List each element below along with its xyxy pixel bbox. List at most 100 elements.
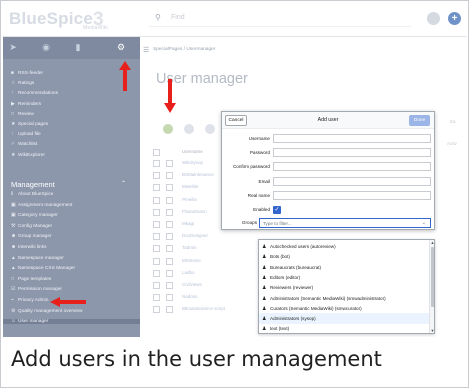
row-checkbox[interactable]: [166, 160, 173, 167]
sidebar-item[interactable]: ▲ Namespace CSS Manager: [11, 266, 75, 271]
row-expander[interactable]: [153, 294, 160, 302]
management-heading[interactable]: Management: [11, 180, 55, 189]
search-input[interactable]: Find: [171, 14, 185, 21]
row-checkbox[interactable]: [166, 172, 173, 180]
row-expander[interactable]: [153, 233, 160, 241]
sidebar-item[interactable]: □ Review: [11, 112, 34, 117]
username-link[interactable]: Ladbo: [182, 270, 195, 275]
enabled-label: Enabled: [253, 207, 270, 212]
username-link[interactable]: Tadmin: [182, 245, 197, 250]
sidebar-item[interactable]: ↑ Upload file: [11, 132, 41, 137]
username-link[interactable]: Mkagi: [182, 221, 194, 226]
edit-user-button[interactable]: [184, 124, 194, 134]
row-expander[interactable]: [153, 221, 160, 228]
paper-plane-icon[interactable]: ➤: [7, 42, 19, 54]
sidebar-item[interactable]: ▶ Reminders: [11, 102, 41, 107]
notifications-button[interactable]: [427, 12, 440, 25]
delete-user-button[interactable]: [205, 124, 215, 134]
row-checkbox[interactable]: [166, 257, 173, 265]
sidebar-item[interactable]: ⚙ Quality management overview: [11, 309, 83, 314]
document-icon[interactable]: ▮: [72, 42, 84, 54]
row-expander[interactable]: [153, 172, 160, 180]
row-expander[interactable]: [153, 245, 160, 253]
text-field[interactable]: [273, 190, 431, 200]
chevron-down-icon[interactable]: ⌄: [422, 220, 426, 226]
sidebar-item[interactable]: ℹ About BlueSpice: [11, 192, 53, 197]
username-link[interactable]: Mweible: [182, 184, 199, 189]
sidebar-item-label: Review: [18, 111, 34, 117]
dropdown-scrollbar[interactable]: ▲ ▼: [429, 240, 434, 333]
column-header-username[interactable]: Username: [182, 149, 203, 154]
text-field[interactable]: [273, 176, 431, 186]
scroll-up-icon[interactable]: ▲: [430, 240, 435, 245]
option-label: Reviewers (reviewer): [270, 285, 314, 291]
username-link[interactable]: MSimmie: [182, 258, 201, 263]
sidebar-item[interactable]: ☑ Permission manager: [11, 287, 62, 292]
row-checkbox[interactable]: [166, 282, 173, 289]
sidebar-item[interactable]: ✓ Watchlist: [11, 142, 37, 147]
sidebar-item[interactable]: ↑ Recommendations: [11, 91, 58, 96]
row-checkbox[interactable]: [166, 184, 173, 192]
globe-icon[interactable]: ◉: [40, 42, 52, 54]
breadcrumb[interactable]: SpecialPages / Usermanager: [153, 47, 215, 52]
gear-icon[interactable]: ⚙: [115, 42, 127, 54]
logo-subtitle: MediaWiki: [83, 25, 108, 31]
done-button[interactable]: Done: [409, 115, 430, 126]
dropdown-option[interactable]: ♟ text (text): [259, 323, 429, 334]
row-checkbox[interactable]: [166, 294, 173, 302]
username-link[interactable]: BSMaintenance: [182, 172, 214, 177]
row-expander[interactable]: [153, 196, 160, 204]
row-checkbox[interactable]: [166, 306, 173, 314]
text-field[interactable]: [273, 148, 431, 158]
field-label: Confirm password: [232, 164, 270, 170]
username-link[interactable]: Pmeilla: [182, 197, 197, 202]
row-checkbox[interactable]: [166, 208, 173, 216]
scroll-down-icon[interactable]: ▼: [430, 328, 435, 333]
sidebar-item[interactable]: ☻ Interwiki links: [11, 245, 47, 250]
username-link[interactable]: Civilviews: [182, 282, 202, 287]
text-field[interactable]: [273, 134, 431, 143]
create-button[interactable]: +: [448, 12, 461, 25]
sidebar-item[interactable]: ☻ Group manager: [11, 234, 52, 239]
menu-icon[interactable]: ☰: [143, 46, 149, 54]
search-box[interactable]: ⚲ Find: [149, 11, 411, 27]
text-field[interactable]: [273, 162, 431, 172]
row-expander[interactable]: [153, 160, 160, 167]
row-expander[interactable]: [153, 184, 160, 192]
sidebar-item[interactable]: ⌁ Privacy Admin: [11, 298, 48, 303]
username-link[interactable]: PSandmann: [182, 209, 207, 214]
groups-input[interactable]: Type to filter... ⌄: [259, 218, 431, 228]
add-user-button[interactable]: [163, 124, 173, 134]
row-checkbox[interactable]: [166, 196, 173, 204]
sidebar-item[interactable]: ☺ User manager: [3, 319, 140, 325]
row-checkbox[interactable]: [166, 245, 173, 253]
row-expander[interactable]: [153, 257, 160, 265]
username-link[interactable]: DocDesigner: [182, 233, 208, 238]
logo-text: BlueSpice: [9, 9, 93, 28]
enabled-checkbox[interactable]: ✓: [273, 206, 281, 214]
username-link[interactable]: Bltmaintenance script: [182, 306, 225, 311]
row-expander[interactable]: [153, 208, 160, 216]
scrollbar-thumb[interactable]: [431, 247, 434, 307]
row-checkbox[interactable]: [166, 221, 173, 228]
row-expander[interactable]: [153, 269, 160, 277]
row-expander[interactable]: [153, 306, 160, 314]
chevron-up-icon[interactable]: ⌃: [121, 180, 126, 187]
row-checkbox[interactable]: [166, 269, 173, 277]
sidebar-item[interactable]: ⚒ Config Manager: [11, 224, 52, 229]
sidebar-item[interactable]: □ Page templates: [11, 277, 51, 282]
sidebar-item[interactable]: ★ Special pages: [11, 122, 48, 127]
sidebar-item[interactable]: ■ RSS-feeder: [11, 71, 43, 76]
sidebar-item[interactable]: ▲ Namespace manager: [11, 256, 64, 261]
row-checkbox[interactable]: [166, 233, 173, 241]
sidebar-item[interactable]: ☆ Ratings: [11, 81, 34, 86]
sidebar-item[interactable]: ▣ Category manager: [11, 213, 58, 218]
select-all-checkbox[interactable]: [153, 149, 160, 156]
logo[interactable]: BlueSpice 3 MediaWiki: [9, 9, 139, 33]
username-link[interactable]: WikiSysop: [182, 160, 203, 165]
row-expander[interactable]: [153, 282, 160, 289]
username-link[interactable]: Nadmin: [182, 294, 198, 299]
sidebar-item[interactable]: ▣ Assignment management: [11, 203, 72, 208]
sidebar-item-icon: ★: [11, 122, 16, 127]
sidebar-item[interactable]: ★ WikiExplorer: [11, 153, 45, 158]
